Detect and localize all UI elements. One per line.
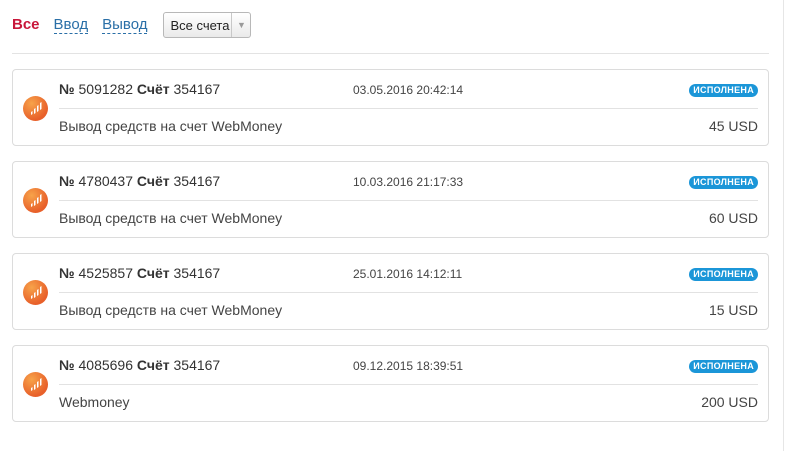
account-label: Счёт (136, 265, 170, 281)
transaction-number: 4525857 (78, 265, 134, 281)
number-sign: № (59, 173, 75, 189)
transaction-details: Вывод средств на счет WebMoney 15 USD (59, 302, 758, 322)
account-number: 354167 (173, 173, 221, 189)
transaction-card[interactable]: № 4780437 Счёт 354167 10.03.2016 21:17:3… (12, 161, 769, 238)
transaction-description: Вывод средств на счет WebMoney (59, 302, 283, 318)
filter-deposit[interactable]: Ввод (53, 16, 89, 34)
transaction-amount: 200 USD (701, 394, 758, 410)
transaction-description: Вывод средств на счет WebMoney (59, 118, 283, 134)
transaction-details: Webmoney 200 USD (59, 394, 758, 414)
card-divider (59, 200, 758, 201)
transaction-description: Вывод средств на счет WebMoney (59, 210, 283, 226)
account-number: 354167 (173, 357, 221, 373)
transaction-header: № 4780437 Счёт 354167 10.03.2016 21:17:3… (59, 171, 758, 193)
card-divider (59, 108, 758, 109)
transaction-card[interactable]: № 4085696 Счёт 354167 09.12.2015 18:39:5… (12, 345, 769, 422)
transaction-card[interactable]: № 5091282 Счёт 354167 03.05.2016 20:42:1… (12, 69, 769, 146)
status-badge: исполнена (689, 268, 758, 281)
transaction-header: № 4085696 Счёт 354167 09.12.2015 18:39:5… (59, 355, 758, 377)
broker-logo-icon (23, 96, 48, 121)
transaction-number: 5091282 (78, 81, 134, 97)
transaction-amount: 45 USD (708, 118, 758, 134)
header-divider (12, 53, 769, 54)
card-divider (59, 292, 758, 293)
transaction-details: Вывод средств на счет WebMoney 60 USD (59, 210, 758, 230)
transaction-date: 09.12.2015 18:39:51 (353, 359, 464, 373)
account-number: 354167 (173, 81, 221, 97)
transaction-list: № 5091282 Счёт 354167 03.05.2016 20:42:1… (12, 69, 769, 437)
transaction-date: 25.01.2016 14:12:11 (353, 267, 463, 281)
account-label: Счёт (136, 357, 170, 373)
status-badge: исполнена (689, 84, 758, 97)
transaction-card[interactable]: № 4525857 Счёт 354167 25.01.2016 14:12:1… (12, 253, 769, 330)
number-sign: № (59, 357, 75, 373)
right-border (783, 0, 784, 451)
transaction-date: 03.05.2016 20:42:14 (353, 83, 464, 97)
transaction-description: Webmoney (59, 394, 130, 410)
transaction-number: 4085696 (78, 357, 134, 373)
transaction-header: № 5091282 Счёт 354167 03.05.2016 20:42:1… (59, 79, 758, 101)
filter-bar: Все Ввод Вывод Все счета ▼ (12, 10, 252, 40)
transaction-amount: 60 USD (708, 210, 758, 226)
transaction-id: № 4085696 Счёт 354167 (59, 357, 220, 373)
account-number: 354167 (173, 265, 221, 281)
transaction-amount: 15 USD (708, 302, 758, 318)
transaction-date: 10.03.2016 21:17:33 (353, 175, 464, 189)
transaction-id: № 5091282 Счёт 354167 (59, 81, 220, 97)
transaction-id: № 4525857 Счёт 354167 (59, 265, 220, 281)
broker-logo-icon (23, 188, 48, 213)
broker-logo-icon (23, 372, 48, 397)
status-badge: исполнена (689, 176, 758, 189)
broker-logo-icon (23, 280, 48, 305)
filter-withdraw[interactable]: Вывод (102, 16, 148, 34)
transaction-number: 4780437 (78, 173, 134, 189)
transaction-header: № 4525857 Счёт 354167 25.01.2016 14:12:1… (59, 263, 758, 285)
account-select-value: Все счета (170, 17, 230, 33)
account-label: Счёт (136, 81, 170, 97)
number-sign: № (59, 265, 75, 281)
account-label: Счёт (136, 173, 170, 189)
transaction-details: Вывод средств на счет WebMoney 45 USD (59, 118, 758, 138)
caret-down-icon: ▼ (231, 13, 250, 37)
transaction-id: № 4780437 Счёт 354167 (59, 173, 220, 189)
card-divider (59, 384, 758, 385)
status-badge: исполнена (689, 360, 758, 373)
filter-all[interactable]: Все (12, 15, 40, 35)
number-sign: № (59, 81, 75, 97)
account-select[interactable]: Все счета ▼ (163, 12, 252, 38)
